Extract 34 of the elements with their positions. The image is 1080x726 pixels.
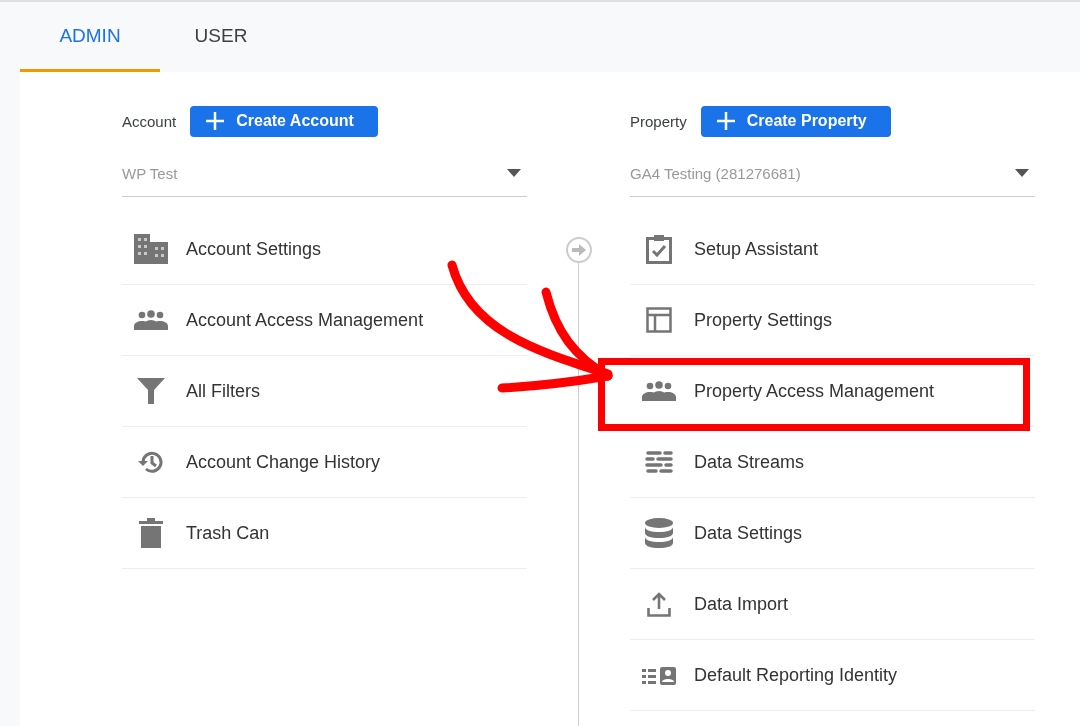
create-button[interactable]: Create Account [190,105,378,137]
menu-item[interactable]: Data Settings [630,498,1035,569]
menu-item[interactable]: Account Access Management [122,285,527,356]
streams-icon [645,450,673,474]
upload-icon [647,591,671,617]
caret-icon [1015,169,1029,177]
plus-icon [206,112,225,130]
menu-item[interactable]: Property Access Management [630,356,1035,427]
caret-icon [507,169,521,177]
people-icon [642,381,676,401]
plus-icon [716,112,735,130]
id-card-icon [642,665,676,685]
section-label: Property [630,112,687,130]
section-label: Account [122,112,177,130]
database-icon [645,518,673,548]
layout-icon [646,307,672,333]
menu-item[interactable]: Property Settings [630,285,1035,356]
people-icon [134,310,168,330]
menu-item[interactable]: Trash Can [122,498,527,569]
tab[interactable]: USER [160,2,282,72]
trash-icon [139,518,163,548]
building-icon [134,234,168,264]
menu-item[interactable]: Account Change History [122,427,527,498]
menu-item[interactable]: Setup Assistant [630,214,1035,285]
menu-item[interactable]: All Filters [122,356,527,427]
menu-item[interactable]: Account Settings [122,214,527,285]
menu-item[interactable]: Default Reporting Identity [630,640,1035,711]
create-button[interactable]: Create Property [700,105,891,137]
menu-item[interactable]: Data Streams [630,427,1035,498]
clipboard-check-icon [646,234,672,264]
filter-icon [137,378,165,404]
arrow-circle-icon[interactable] [565,237,592,263]
menu-item[interactable]: Data Import [630,569,1035,640]
history-icon [138,450,164,474]
